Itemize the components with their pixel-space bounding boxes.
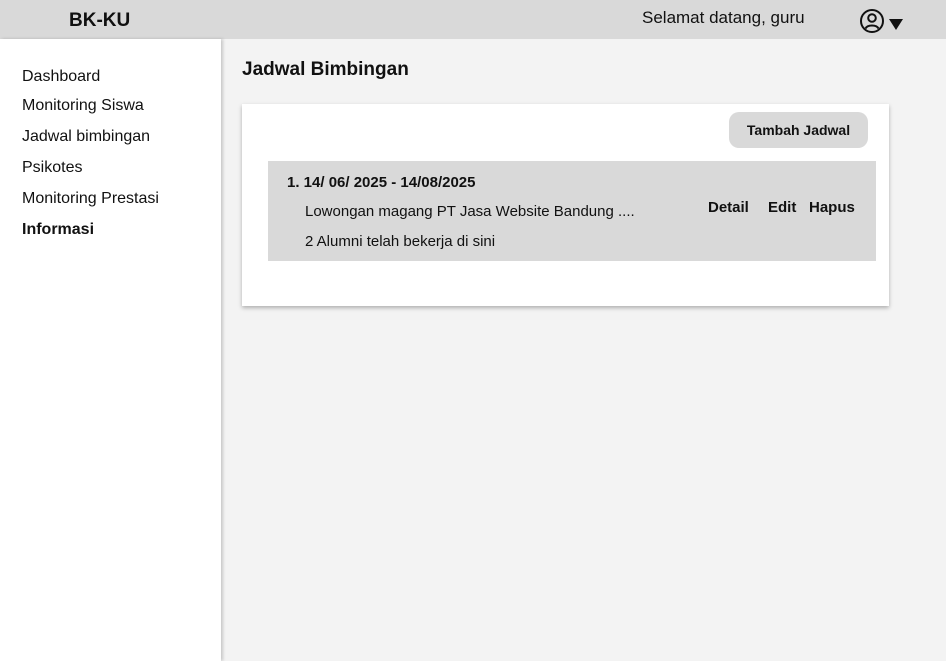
sidebar-item-psikotes[interactable]: Psikotes bbox=[22, 159, 82, 177]
list-item: 1. 14/ 06/ 2025 - 14/08/2025 Lowongan ma… bbox=[268, 161, 876, 261]
sidebar-item-monitoring-siswa[interactable]: Monitoring Siswa bbox=[22, 97, 144, 115]
chevron-down-icon bbox=[889, 18, 903, 30]
top-bar: BK-KU Selamat datang, guru bbox=[0, 0, 946, 39]
sidebar: Dashboard Monitoring Siswa Jadwal bimbin… bbox=[0, 39, 221, 661]
schedule-note: 2 Alumni telah bekerja di sini bbox=[305, 233, 496, 250]
user-menu-button[interactable] bbox=[859, 8, 903, 34]
brand-logo[interactable]: BK-KU bbox=[69, 10, 130, 32]
edit-button[interactable]: Edit bbox=[768, 199, 796, 216]
schedule-card: Tambah Jadwal 1. 14/ 06/ 2025 - 14/08/20… bbox=[242, 104, 889, 306]
user-circle-icon bbox=[859, 8, 885, 34]
sidebar-item-informasi[interactable]: Informasi bbox=[22, 221, 94, 239]
delete-button[interactable]: Hapus bbox=[809, 199, 855, 216]
schedule-description: Lowongan magang PT Jasa Website Bandung … bbox=[305, 203, 635, 220]
sidebar-item-dashboard[interactable]: Dashboard bbox=[22, 68, 100, 86]
welcome-text: Selamat datang, guru bbox=[642, 8, 805, 27]
sidebar-item-jadwal-bimbingan[interactable]: Jadwal bimbingan bbox=[22, 128, 150, 146]
detail-button[interactable]: Detail bbox=[708, 199, 749, 216]
page-title: Jadwal Bimbingan bbox=[242, 59, 409, 80]
schedule-date: 1. 14/ 06/ 2025 - 14/08/2025 bbox=[287, 174, 476, 191]
sidebar-item-monitoring-prestasi[interactable]: Monitoring Prestasi bbox=[22, 190, 159, 208]
add-schedule-button[interactable]: Tambah Jadwal bbox=[729, 112, 868, 148]
